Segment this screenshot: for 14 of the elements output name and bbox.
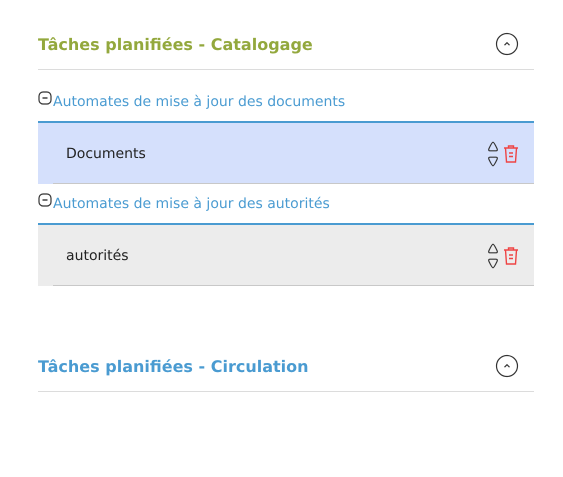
move-down-icon[interactable] <box>487 258 499 268</box>
section-title: Tâches planifiées - Circulation <box>38 356 309 376</box>
task-row[interactable]: autorités <box>38 223 534 286</box>
task-row[interactable]: Documents <box>38 121 534 184</box>
move-down-icon[interactable] <box>487 156 499 166</box>
collapse-icon[interactable] <box>38 193 52 207</box>
collapse-icon[interactable] <box>38 91 52 105</box>
task-name: autorités <box>66 248 129 264</box>
move-up-icon[interactable] <box>487 140 499 152</box>
task-name: Documents <box>66 146 146 162</box>
collapse-icon[interactable] <box>495 354 519 378</box>
section-title: Tâches planifiées - Catalogage <box>38 34 313 54</box>
move-up-icon[interactable] <box>487 242 499 254</box>
collapse-icon[interactable] <box>495 32 519 56</box>
